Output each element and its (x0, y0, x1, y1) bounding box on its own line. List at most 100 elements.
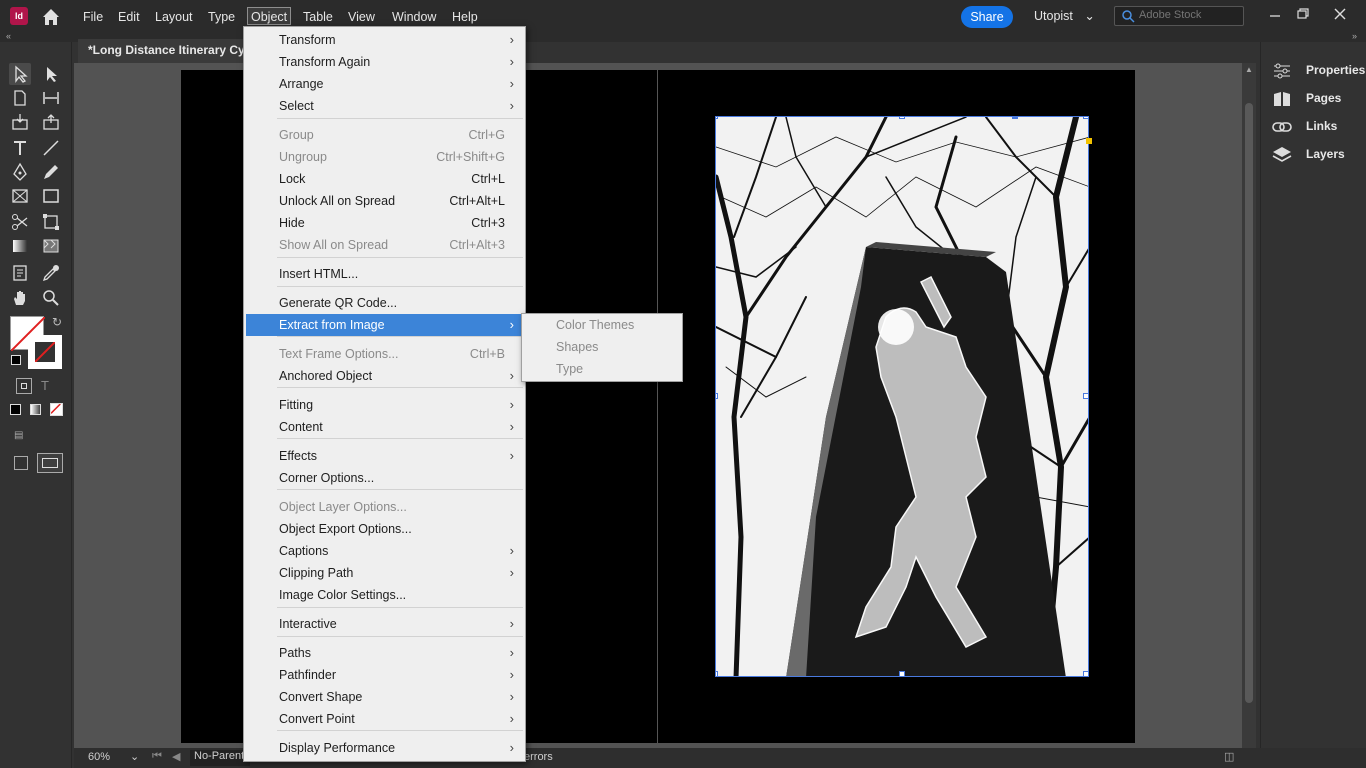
frame-handle-tl[interactable] (716, 117, 718, 119)
menu-item-select[interactable]: Select › (246, 95, 523, 117)
selected-image-frame[interactable] (715, 116, 1089, 677)
panel-links[interactable]: Links (1269, 115, 1365, 139)
menu-item-paths[interactable]: Paths › (246, 642, 523, 664)
screen-mode-icon[interactable] (37, 453, 63, 473)
pen-tool-icon[interactable] (9, 161, 31, 183)
collapse-right-icon[interactable]: » (1352, 31, 1357, 41)
gap-tool-icon[interactable] (40, 87, 62, 109)
scissors-tool-icon[interactable] (9, 211, 31, 233)
frame-handle-tc[interactable] (899, 117, 905, 119)
share-button[interactable]: Share (961, 6, 1013, 28)
menu-edit[interactable]: Edit (115, 8, 143, 26)
menu-item-anchored-object[interactable]: Anchored Object › (246, 365, 523, 387)
menu-item-convert-shape[interactable]: Convert Shape › (246, 686, 523, 708)
frame-handle-br[interactable] (1083, 671, 1088, 676)
frame-handle-tr[interactable] (1083, 117, 1088, 119)
menu-view[interactable]: View (345, 8, 378, 26)
home-icon[interactable] (40, 6, 62, 28)
menu-item-hide[interactable]: Hide Ctrl+3 (246, 212, 523, 234)
gradient-feather-tool-icon[interactable] (40, 235, 62, 257)
collapse-left-icon[interactable]: « (6, 31, 11, 41)
menu-item-effects[interactable]: Effects › (246, 445, 523, 467)
frame-grid-icon[interactable]: ▤ (14, 430, 23, 441)
apply-none-icon[interactable] (50, 403, 63, 416)
panel-layers[interactable]: Layers (1269, 143, 1365, 167)
preflight-errors[interactable]: errors (524, 751, 553, 763)
menu-item-transform-again[interactable]: Transform Again › (246, 51, 523, 73)
adobe-stock-search[interactable] (1114, 6, 1244, 26)
scroll-up-icon[interactable]: ▲ (1245, 65, 1253, 74)
menu-item-image-color-settings[interactable]: Image Color Settings... (246, 584, 523, 606)
menu-type[interactable]: Type (205, 8, 238, 26)
frame-handle-bc[interactable] (899, 671, 905, 676)
menu-help[interactable]: Help (449, 8, 481, 26)
apply-color-icon[interactable] (10, 404, 21, 415)
panel-properties[interactable]: Properties (1269, 59, 1365, 83)
live-corner-handle[interactable] (1086, 138, 1092, 144)
menu-item-clipping-path[interactable]: Clipping Path › (246, 562, 523, 584)
gradient-swatch-tool-icon[interactable] (9, 235, 31, 257)
vertical-scrollbar[interactable]: ▲ (1242, 63, 1256, 748)
pencil-tool-icon[interactable] (40, 161, 62, 183)
menu-item-insert-html[interactable]: Insert HTML... (246, 263, 523, 285)
formatting-container-icon[interactable] (16, 378, 32, 394)
type-tool-icon[interactable] (9, 137, 31, 159)
stock-search-input[interactable] (1139, 9, 1239, 21)
eyedropper-tool-icon[interactable] (40, 262, 62, 284)
menu-item-arrange[interactable]: Arrange › (246, 73, 523, 95)
workspace-switcher[interactable]: Utopist ⌄ (1034, 8, 1095, 23)
note-tool-icon[interactable] (9, 262, 31, 284)
menu-file[interactable]: File (80, 8, 106, 26)
rectangle-tool-icon[interactable] (40, 185, 62, 207)
previous-page-icon[interactable]: ◀ (172, 750, 180, 763)
close-icon[interactable] (1330, 4, 1350, 24)
menu-window[interactable]: Window (389, 8, 439, 26)
content-collector-icon[interactable] (9, 111, 31, 133)
stroke-swatch[interactable] (28, 335, 62, 369)
first-page-icon[interactable]: ⏮ (152, 750, 162, 763)
menu-item-fitting[interactable]: Fitting › (246, 394, 523, 416)
restore-icon[interactable] (1293, 4, 1313, 24)
menu-item-content[interactable]: Content › (246, 416, 523, 438)
frame-handle-ml[interactable] (716, 393, 718, 399)
free-transform-tool-icon[interactable] (40, 211, 62, 233)
minimize-icon[interactable] (1265, 4, 1285, 24)
default-fill-stroke-icon[interactable] (11, 355, 21, 365)
hand-tool-icon[interactable] (9, 287, 31, 309)
zoom-level[interactable]: 60% (88, 751, 110, 763)
panel-pages[interactable]: Pages (1269, 87, 1365, 111)
menu-object[interactable]: Object (247, 7, 292, 25)
menu-item-transform[interactable]: Transform › (246, 29, 523, 51)
page-tool-icon[interactable] (9, 87, 31, 109)
menu-item-generate-qr-code[interactable]: Generate QR Code... (246, 292, 523, 314)
selection-tool-icon[interactable] (9, 63, 31, 85)
menu-item-corner-options[interactable]: Corner Options... (246, 467, 523, 489)
menu-item-unlock-all-on-spread[interactable]: Unlock All on Spread Ctrl+Alt+L (246, 190, 523, 212)
split-view-icon[interactable]: ◫ (1224, 750, 1234, 763)
content-grabber-handle[interactable] (1012, 117, 1018, 119)
document-tab[interactable]: *Long Distance Itinerary Cyclis (78, 39, 248, 63)
menu-item-captions[interactable]: Captions › (246, 540, 523, 562)
menu-item-lock[interactable]: Lock Ctrl+L (246, 168, 523, 190)
menu-item-interactive[interactable]: Interactive › (246, 613, 523, 635)
normal-view-icon[interactable] (14, 456, 28, 470)
chevron-down-icon[interactable]: ⌄ (130, 750, 139, 763)
rectangle-frame-tool-icon[interactable] (9, 185, 31, 207)
menu-item-pathfinder[interactable]: Pathfinder › (246, 664, 523, 686)
menu-item-extract-from-image[interactable]: Extract from Image › (246, 314, 523, 336)
direct-selection-tool-icon[interactable] (40, 63, 62, 85)
menu-item-convert-point[interactable]: Convert Point › (246, 708, 523, 730)
swap-fill-stroke-icon[interactable]: ↻ (52, 315, 62, 329)
menu-item-display-performance[interactable]: Display Performance › (246, 737, 523, 759)
scrollbar-thumb[interactable] (1245, 103, 1253, 703)
zoom-tool-icon[interactable] (40, 287, 62, 309)
menu-layout[interactable]: Layout (152, 8, 196, 26)
content-placer-icon[interactable] (40, 111, 62, 133)
page-number-field[interactable]: No-Parent (190, 750, 250, 766)
formatting-text-icon[interactable]: T (41, 378, 49, 393)
frame-handle-bl[interactable] (716, 671, 718, 676)
menu-item-object-export-options[interactable]: Object Export Options... (246, 518, 523, 540)
frame-handle-mr[interactable] (1083, 393, 1088, 399)
menu-table[interactable]: Table (300, 8, 336, 26)
line-tool-icon[interactable] (40, 137, 62, 159)
